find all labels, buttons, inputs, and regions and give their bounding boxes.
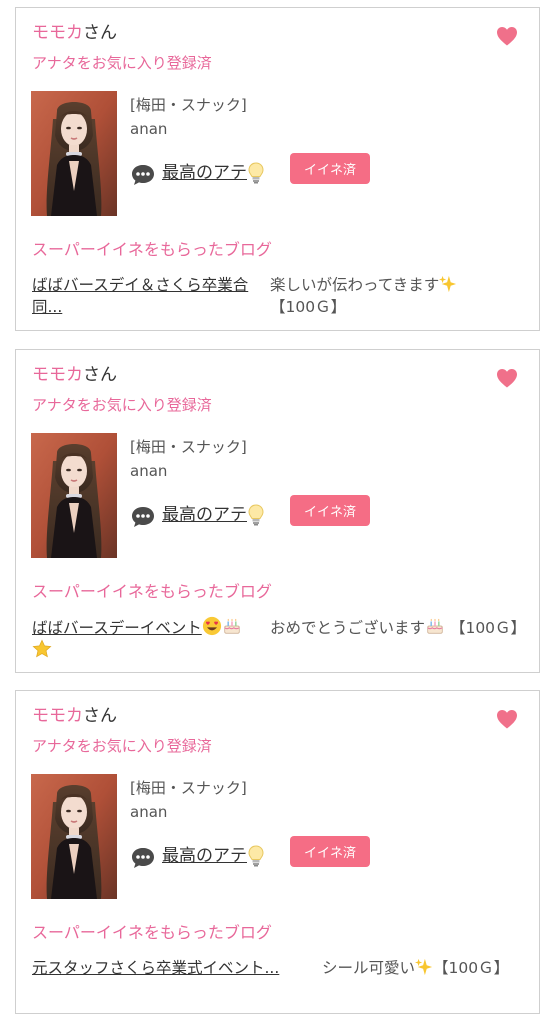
notification-card: モモカさん アナタをお気に入り登録済 [梅田・スナック] anan 最高のアテ … (15, 349, 540, 673)
heart-icon[interactable] (495, 24, 519, 48)
blog-reward: 【100Ｇ】 (433, 959, 510, 977)
user-name-link[interactable]: モモカ (32, 23, 83, 43)
blog-reward: 【100Ｇ】 (449, 619, 527, 637)
heart-icon[interactable] (495, 707, 519, 731)
blog-heading: スーパーイイネをもらったブログ (32, 923, 272, 942)
lightbulb-icon (248, 504, 264, 526)
iine-button[interactable]: イイネ済 (290, 153, 370, 184)
cast-photo[interactable] (31, 774, 117, 899)
sparkles-icon (415, 958, 433, 976)
shop-info: [梅田・スナック] (130, 779, 247, 797)
speech-bubble-icon (130, 162, 156, 188)
comment-text: 最高のアテ (162, 846, 247, 866)
lightbulb-icon (248, 845, 264, 867)
user-name-link[interactable]: モモカ (32, 706, 83, 726)
cast-photo[interactable] (31, 433, 117, 558)
cast-name: anan (130, 120, 168, 138)
blog-reward: 【100Ｇ】 (270, 298, 347, 316)
shop-info: [梅田・スナック] (130, 438, 247, 456)
notification-card: モモカさん アナタをお気に入り登録済 [梅田・スナック] anan 最高のアテ … (15, 690, 540, 1014)
comment-text: 最高のアテ (162, 505, 247, 525)
notification-card: モモカさん アナタをお気に入り登録済 [梅田・スナック] anan 最高のアテ … (15, 7, 540, 331)
name-suffix: さん (83, 365, 117, 385)
cast-name: anan (130, 462, 168, 480)
comment-link[interactable]: 最高のアテ (162, 500, 264, 526)
blog-title-link[interactable]: ばばバースデイ＆さくら卒業合同... (32, 274, 256, 318)
favorite-status-label: アナタをお気に入り登録済 (32, 54, 212, 72)
heart-eyes-emoji (202, 616, 222, 636)
name-suffix: さん (83, 23, 117, 43)
star-icon (32, 639, 52, 659)
iine-button[interactable]: イイネ済 (290, 495, 370, 526)
comment-text: 最高のアテ (162, 163, 247, 183)
cast-photo[interactable] (31, 91, 117, 216)
blog-heading: スーパーイイネをもらったブログ (32, 240, 272, 259)
user-name: モモカさん (32, 22, 117, 44)
blog-title-text: ばばバースデーイベント (32, 619, 202, 637)
comment-link[interactable]: 最高のアテ (162, 841, 264, 867)
blog-heading: スーパーイイネをもらったブログ (32, 582, 272, 601)
speech-bubble-icon (130, 845, 156, 871)
cast-name: anan (130, 803, 168, 821)
blog-comment: 楽しいが伝わってきます 【100Ｇ】 (270, 274, 532, 318)
cake-icon (425, 616, 445, 636)
favorite-status-label: アナタをお気に入り登録済 (32, 737, 212, 755)
name-suffix: さん (83, 706, 117, 726)
shop-info: [梅田・スナック] (130, 96, 247, 114)
favorite-status-label: アナタをお気に入り登録済 (32, 396, 212, 414)
iine-button[interactable]: イイネ済 (290, 836, 370, 867)
blog-comment-text: シール可愛い (322, 959, 416, 977)
user-name-link[interactable]: モモカ (32, 365, 83, 385)
blog-title-link[interactable]: 元スタッフさくら卒業式イベント... (32, 957, 279, 979)
blog-comment-text: おめでとうございます (270, 619, 426, 637)
lightbulb-icon (248, 162, 264, 184)
blog-title-link[interactable]: ばばバースデーイベント (32, 616, 256, 662)
user-name: モモカさん (32, 705, 117, 727)
speech-bubble-icon (130, 504, 156, 530)
blog-comment: シール可愛い 【100Ｇ】 (322, 957, 509, 979)
comment-link[interactable]: 最高のアテ (162, 158, 264, 184)
cake-icon (222, 616, 242, 636)
blog-comment: おめでとうございます 【100Ｇ】 (270, 616, 532, 639)
heart-icon[interactable] (495, 366, 519, 390)
user-name: モモカさん (32, 364, 117, 386)
sparkles-icon (439, 275, 457, 293)
blog-comment-text: 楽しいが伝わってきます (270, 276, 440, 294)
